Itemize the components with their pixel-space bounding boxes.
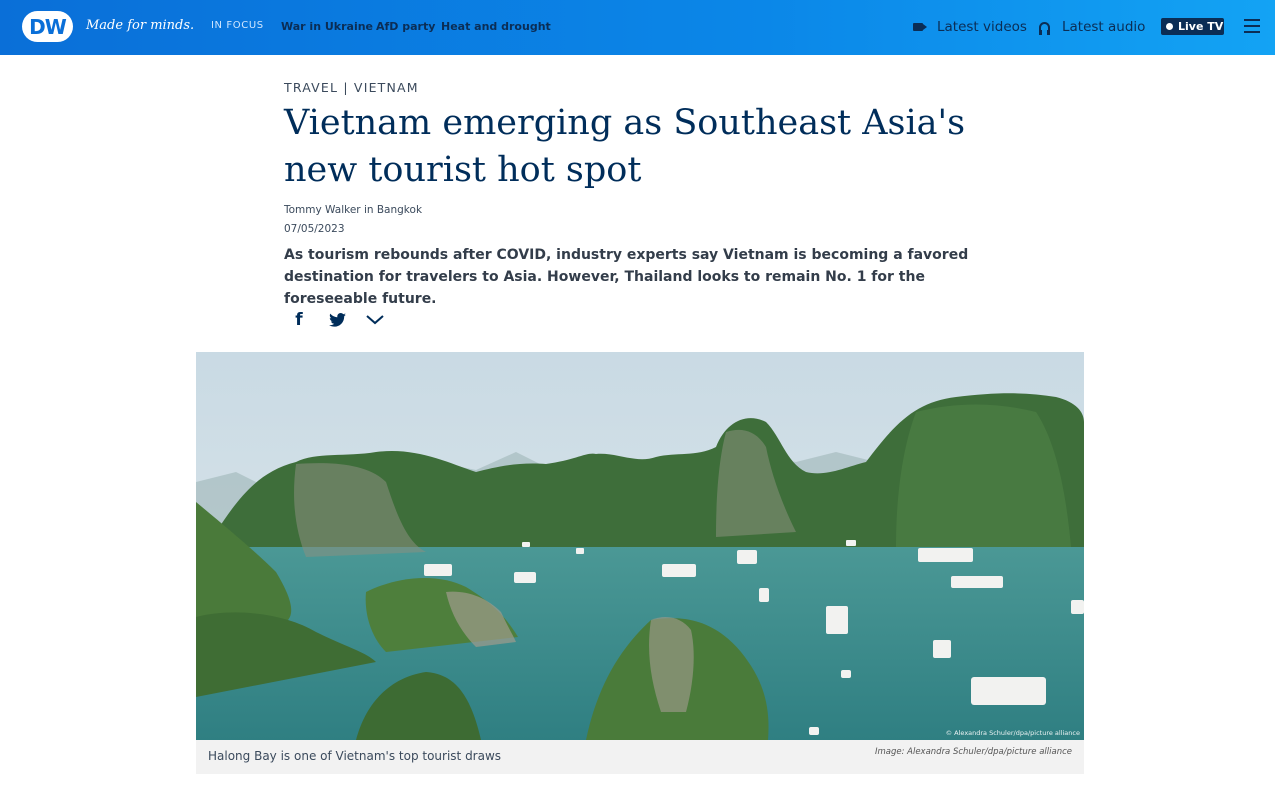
chevron-down-icon[interactable] (360, 306, 390, 334)
video-camera-icon (913, 23, 927, 31)
dw-logo[interactable]: DW (22, 11, 73, 42)
latest-audio-link[interactable]: Latest audio (1039, 18, 1145, 36)
article-kicker[interactable]: TRAVEL | VIETNAM (284, 80, 419, 95)
facebook-icon[interactable]: f (284, 306, 314, 334)
latest-videos-label: Latest videos (937, 19, 1027, 35)
focus-link-afd-party[interactable]: AfD party (376, 20, 435, 33)
article-date: 07/05/2023 (284, 223, 345, 235)
live-tv-label: Live TV (1178, 20, 1224, 33)
article-author: Tommy Walker in Bangkok (284, 204, 423, 216)
latest-audio-label: Latest audio (1062, 19, 1146, 35)
page-title: Vietnam emerging as Southeast Asia's new… (284, 103, 966, 190)
article-teaser: As tourism rebounds after COVID, industr… (284, 247, 969, 307)
live-dot-icon (1166, 23, 1173, 30)
twitter-icon[interactable] (322, 306, 352, 334)
share-bar: f (284, 306, 398, 334)
figure-caption: Halong Bay is one of Vietnam's top touri… (208, 749, 502, 763)
in-focus-label: IN FOCUS (211, 20, 264, 31)
site-header: DW Made for minds. IN FOCUS War in Ukrai… (0, 0, 1275, 55)
focus-link-war-in-ukraine[interactable]: War in Ukraine (281, 20, 373, 33)
article-figure: © Alexandra Schuler/dpa/picture alliance… (196, 352, 1084, 774)
live-tv-button[interactable]: Live TV (1161, 18, 1224, 35)
hamburger-menu-icon[interactable] (1244, 19, 1260, 33)
focus-link-heat-and-drought[interactable]: Heat and drought (441, 20, 551, 33)
latest-videos-link[interactable]: Latest videos (913, 18, 1027, 36)
halong-bay-photo[interactable]: © Alexandra Schuler/dpa/picture alliance (196, 352, 1084, 740)
tagline: Made for minds. (86, 18, 195, 33)
photo-overlay-credit: © Alexandra Schuler/dpa/picture alliance (945, 729, 1080, 737)
headphones-icon (1039, 22, 1050, 35)
figure-credit: Image: Alexandra Schuler/dpa/picture all… (874, 747, 1072, 757)
